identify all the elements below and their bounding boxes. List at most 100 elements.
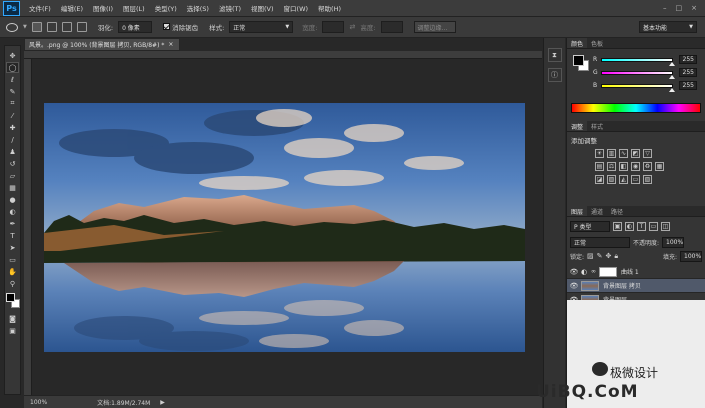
horizontal-ruler[interactable] <box>24 51 542 59</box>
document-tab[interactable]: 风景。.png @ 100% (背景图层 拷贝, RGB/8#) * × <box>24 38 180 51</box>
history-brush-tool-icon[interactable]: ↺ <box>6 158 19 169</box>
hand-tool-icon[interactable]: ✋ <box>6 266 19 277</box>
filter-type-icon[interactable]: T <box>637 222 646 231</box>
swap-dimensions-icon[interactable]: ⇄ <box>349 23 355 31</box>
workspace-select[interactable]: 基本功能 ▼ <box>639 21 697 33</box>
tab-adjustments[interactable]: 调整 <box>567 121 588 131</box>
layer-mask-thumbnail[interactable] <box>599 266 617 277</box>
slider-knob-icon[interactable] <box>669 87 675 92</box>
type-tool-icon[interactable]: T <box>6 230 19 241</box>
blue-value-input[interactable]: 255 <box>679 81 697 90</box>
eraser-tool-icon[interactable]: ▱ <box>6 170 19 181</box>
blue-slider[interactable] <box>601 83 675 92</box>
lasso-tool-icon[interactable]: ℓ <box>6 74 19 85</box>
status-menu-icon[interactable]: ▶ <box>160 399 165 406</box>
crop-tool-icon[interactable]: ⌗ <box>6 98 19 109</box>
lock-position-icon[interactable]: ✥ <box>606 252 612 260</box>
quick-mask-icon[interactable]: ◙ <box>6 313 19 324</box>
levels-icon[interactable]: ▥ <box>607 149 616 158</box>
zoom-level[interactable]: 100% <box>30 399 47 406</box>
lock-transparency-icon[interactable]: ▨ <box>587 252 594 260</box>
close-button[interactable]: × <box>691 4 697 12</box>
marquee-tool-icon[interactable]: ◯ <box>6 62 19 73</box>
eyedropper-tool-icon[interactable]: ⁄ <box>6 110 19 121</box>
tab-color[interactable]: 颜色 <box>567 38 588 48</box>
tab-layers[interactable]: 图层 <box>567 206 588 216</box>
channel-mixer-icon[interactable]: ♻ <box>643 162 652 171</box>
green-slider[interactable] <box>601 70 675 79</box>
menu-select[interactable]: 选择(S) <box>182 3 214 13</box>
red-slider[interactable] <box>601 57 675 66</box>
healing-brush-tool-icon[interactable]: ✚ <box>6 122 19 133</box>
menu-filter[interactable]: 滤镜(T) <box>214 3 246 13</box>
layer-row[interactable]: 👁︎ 背景图层 拷贝 <box>567 279 705 293</box>
ellipse-marquee-icon[interactable] <box>6 22 18 32</box>
red-value-input[interactable]: 255 <box>679 55 697 64</box>
tab-paths[interactable]: 路径 <box>607 206 627 216</box>
invert-icon[interactable]: ◪ <box>595 175 604 184</box>
color-spectrum[interactable] <box>571 103 701 113</box>
width-input[interactable] <box>322 21 345 33</box>
fill-input[interactable]: 100% <box>680 250 702 262</box>
color-swatch[interactable] <box>5 293 20 309</box>
intersect-selection-icon[interactable] <box>76 22 87 32</box>
eye-icon[interactable]: 👁︎ <box>567 268 581 276</box>
opacity-input[interactable]: 100% <box>662 236 685 248</box>
slider-knob-icon[interactable] <box>669 61 675 66</box>
threshold-icon[interactable]: ◭ <box>619 175 628 184</box>
zoom-tool-icon[interactable]: ⚲ <box>6 278 19 289</box>
menu-edit[interactable]: 编辑(E) <box>56 3 88 13</box>
brightness-icon[interactable]: ☀ <box>595 149 604 158</box>
layer-thumbnail[interactable] <box>581 280 599 291</box>
hue-saturation-icon[interactable]: ▤ <box>595 162 604 171</box>
screen-mode-icon[interactable]: ▣ <box>6 325 19 336</box>
tab-channels[interactable]: 通道 <box>587 206 607 216</box>
height-input[interactable] <box>380 21 403 33</box>
filter-shape-icon[interactable]: ▭ <box>649 222 658 231</box>
filter-pixel-icon[interactable]: ▣ <box>613 222 622 231</box>
posterize-icon[interactable]: ▨ <box>607 175 616 184</box>
foreground-color-swatch[interactable] <box>5 293 15 302</box>
panel-foreground-swatch[interactable] <box>573 55 584 66</box>
color-lookup-icon[interactable]: ▦ <box>655 162 664 171</box>
vertical-ruler[interactable] <box>24 59 32 395</box>
pen-tool-icon[interactable]: ✒ <box>6 218 19 229</box>
selective-color-icon[interactable]: ▧ <box>643 175 652 184</box>
move-tool-icon[interactable]: ✥ <box>6 50 19 61</box>
exposure-icon[interactable]: ◩ <box>631 149 640 158</box>
refine-edge-button[interactable]: 调整边缘... <box>413 21 456 33</box>
add-selection-icon[interactable] <box>46 22 57 32</box>
gradient-tool-icon[interactable]: ▦ <box>6 182 19 193</box>
blur-tool-icon[interactable]: ● <box>6 194 19 205</box>
filter-smart-icon[interactable]: ◫ <box>661 222 670 231</box>
canvas-image[interactable] <box>44 103 525 352</box>
path-select-tool-icon[interactable]: ➤ <box>6 242 19 253</box>
vibrance-icon[interactable]: ▽ <box>643 149 652 158</box>
filter-adjust-icon[interactable]: ◐ <box>625 222 634 231</box>
new-selection-icon[interactable] <box>31 22 42 32</box>
close-tab-icon[interactable]: × <box>168 41 173 48</box>
layer-row[interactable]: 👁︎ ◐ ∞ 曲线 1 <box>567 265 705 279</box>
maximize-button[interactable]: □ <box>676 4 683 12</box>
green-value-input[interactable]: 255 <box>679 68 697 77</box>
menu-view[interactable]: 视图(V) <box>246 3 279 13</box>
dodge-tool-icon[interactable]: ◐ <box>6 206 19 217</box>
clone-stamp-tool-icon[interactable]: ♟ <box>6 146 19 157</box>
layer-kind-filter[interactable]: P 类型 <box>570 221 610 232</box>
color-balance-icon[interactable]: ⚖ <box>607 162 616 171</box>
lock-all-icon[interactable]: 🔒︎ <box>614 252 618 261</box>
eye-icon[interactable]: 👁︎ <box>567 282 581 290</box>
antialias-checkbox[interactable]: 消除锯齿 <box>163 22 198 32</box>
menu-file[interactable]: 文件(F) <box>24 3 56 13</box>
info-panel-icon[interactable]: ⓘ <box>547 68 562 82</box>
menu-image[interactable]: 图像(I) <box>88 3 118 13</box>
gradient-map-icon[interactable]: ▭ <box>631 175 640 184</box>
subtract-selection-icon[interactable] <box>61 22 72 32</box>
menu-layer[interactable]: 图层(L) <box>118 3 150 13</box>
black-white-icon[interactable]: ◧ <box>619 162 628 171</box>
shape-tool-icon[interactable]: ▭ <box>6 254 19 265</box>
style-select[interactable]: 正常 ▼ <box>229 21 294 33</box>
tool-preset-dropdown-icon[interactable]: ▼ <box>23 24 27 30</box>
history-panel-icon[interactable]: ⧗ <box>547 48 562 62</box>
lock-image-icon[interactable]: ✎ <box>597 252 603 260</box>
